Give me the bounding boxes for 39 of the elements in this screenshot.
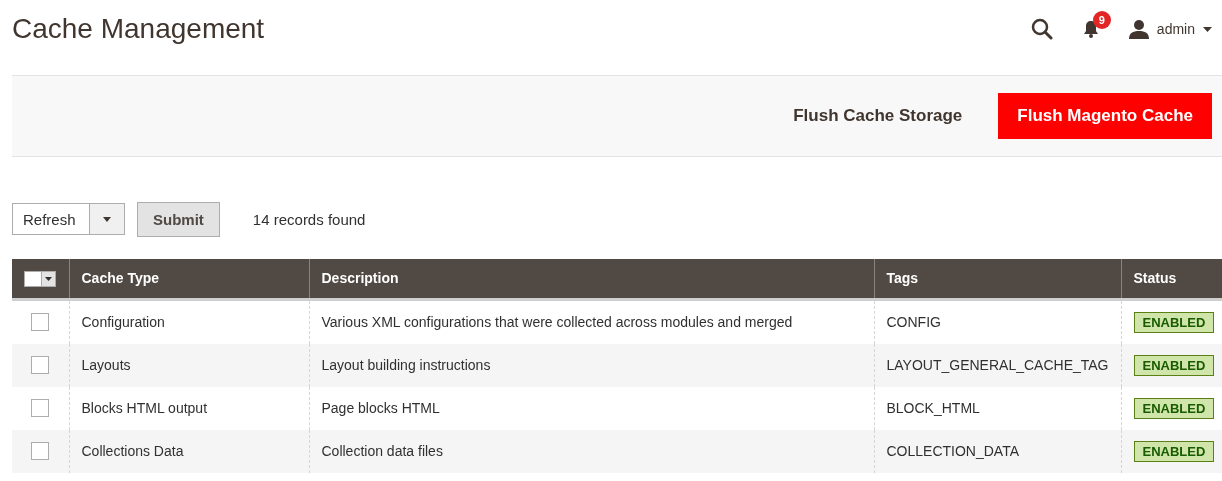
column-header[interactable]: Cache Type xyxy=(69,259,309,299)
table-cell: Layout building instructions xyxy=(309,343,874,387)
notification-count: 9 xyxy=(1092,11,1111,29)
table-cell: Layouts xyxy=(69,343,309,387)
page-title: Cache Management xyxy=(12,13,266,45)
row-checkbox[interactable] xyxy=(31,356,50,375)
mass-action-dropdown[interactable]: Refresh xyxy=(12,203,125,235)
status-label: ENABLED xyxy=(1133,311,1215,333)
column-header[interactable]: Tags xyxy=(874,259,1121,299)
row-checkbox[interactable] xyxy=(31,313,50,332)
table-cell: Various XML configurations that were collected across modules and merged xyxy=(309,299,874,344)
mass-select-control[interactable] xyxy=(24,270,56,287)
flush-cache-button[interactable]: Flush Magento Cache xyxy=(998,93,1212,139)
records-count: 14 records found xyxy=(252,210,366,228)
table-cell: Collections Data xyxy=(69,429,309,473)
table-cell: BLOCK_HTML xyxy=(874,386,1121,430)
submit-button[interactable]: Submit xyxy=(137,201,220,237)
column-header[interactable]: Status xyxy=(1121,259,1222,299)
table-cell: Blocks HTML output xyxy=(69,386,309,430)
user-menu[interactable]: admin xyxy=(1128,19,1212,39)
table-cell: LAYOUT_GENERAL_CACHE_TAG xyxy=(874,343,1121,387)
row-checkbox[interactable] xyxy=(31,399,50,418)
caret-icon xyxy=(103,216,111,222)
flush-storage-button[interactable]: Flush Cache Storage xyxy=(787,105,969,127)
status-label: ENABLED xyxy=(1133,440,1215,462)
table-cell: Collection data files xyxy=(309,429,874,473)
status-label: ENABLED xyxy=(1133,397,1215,419)
bell-icon[interactable] xyxy=(1082,20,1099,38)
table-cell: COLLECTION_DATA xyxy=(874,429,1121,473)
search-icon[interactable] xyxy=(1030,18,1053,40)
column-header[interactable]: Description xyxy=(309,259,874,299)
table-cell: CONFIG xyxy=(874,299,1121,344)
user-icon xyxy=(1128,19,1149,39)
table-cell: Page blocks HTML xyxy=(309,386,874,430)
status-label: ENABLED xyxy=(1133,354,1215,376)
caret-icon xyxy=(1203,26,1212,32)
row-checkbox[interactable] xyxy=(31,442,50,461)
caret-icon xyxy=(45,276,52,281)
table-cell: Configuration xyxy=(69,299,309,344)
